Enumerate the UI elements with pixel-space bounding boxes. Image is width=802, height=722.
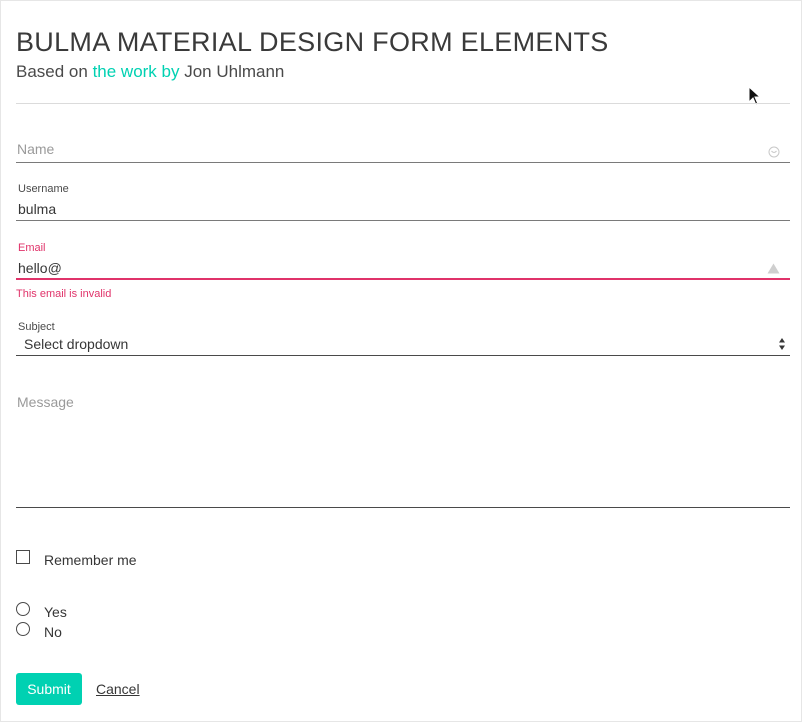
- select-arrows-icon: [779, 338, 785, 350]
- name-placeholder: Name: [17, 141, 55, 157]
- email-underline: [16, 278, 790, 280]
- submit-button[interactable]: Submit: [16, 673, 82, 705]
- username-field[interactable]: Username bulma: [16, 181, 790, 221]
- radio-yes-label[interactable]: Yes: [44, 604, 67, 620]
- warning-icon: [767, 263, 780, 274]
- email-field[interactable]: Email hello@: [16, 241, 790, 280]
- subject-label: Subject: [18, 321, 55, 333]
- radio-yes[interactable]: [16, 602, 30, 616]
- radio-no[interactable]: [16, 622, 30, 636]
- subject-underline: [16, 355, 790, 356]
- username-label: Username: [18, 183, 69, 195]
- email-error-message: This email is invalid: [16, 288, 112, 300]
- email-input[interactable]: hello@: [18, 260, 62, 276]
- radio-no-label[interactable]: No: [44, 624, 62, 640]
- username-input[interactable]: bulma: [18, 201, 56, 217]
- username-underline: [16, 220, 790, 221]
- remember-me-checkbox[interactable]: [16, 550, 30, 564]
- header-divider: [16, 103, 790, 104]
- subtitle-link[interactable]: the work by: [93, 62, 180, 81]
- smiley-icon: [768, 146, 780, 158]
- subject-select[interactable]: Subject Select dropdown: [16, 319, 790, 356]
- subtitle-author: Jon Uhlmann: [179, 62, 285, 81]
- page-title: BULMA MATERIAL DESIGN FORM ELEMENTS: [16, 27, 609, 57]
- remember-me-label[interactable]: Remember me: [44, 552, 137, 568]
- cancel-button[interactable]: Cancel: [96, 681, 140, 697]
- subtitle-prefix: Based on: [16, 62, 93, 81]
- subject-selected-value[interactable]: Select dropdown: [24, 336, 128, 352]
- name-underline: [16, 162, 790, 163]
- message-placeholder: Message: [17, 394, 74, 410]
- message-textarea[interactable]: Message: [16, 391, 790, 508]
- message-underline: [16, 507, 790, 508]
- form-page: BULMA MATERIAL DESIGN FORM ELEMENTS Base…: [1, 1, 802, 722]
- email-label: Email: [18, 242, 46, 254]
- page-subtitle: Based on the work by Jon Uhlmann: [16, 62, 284, 82]
- name-field[interactable]: Name: [16, 137, 790, 163]
